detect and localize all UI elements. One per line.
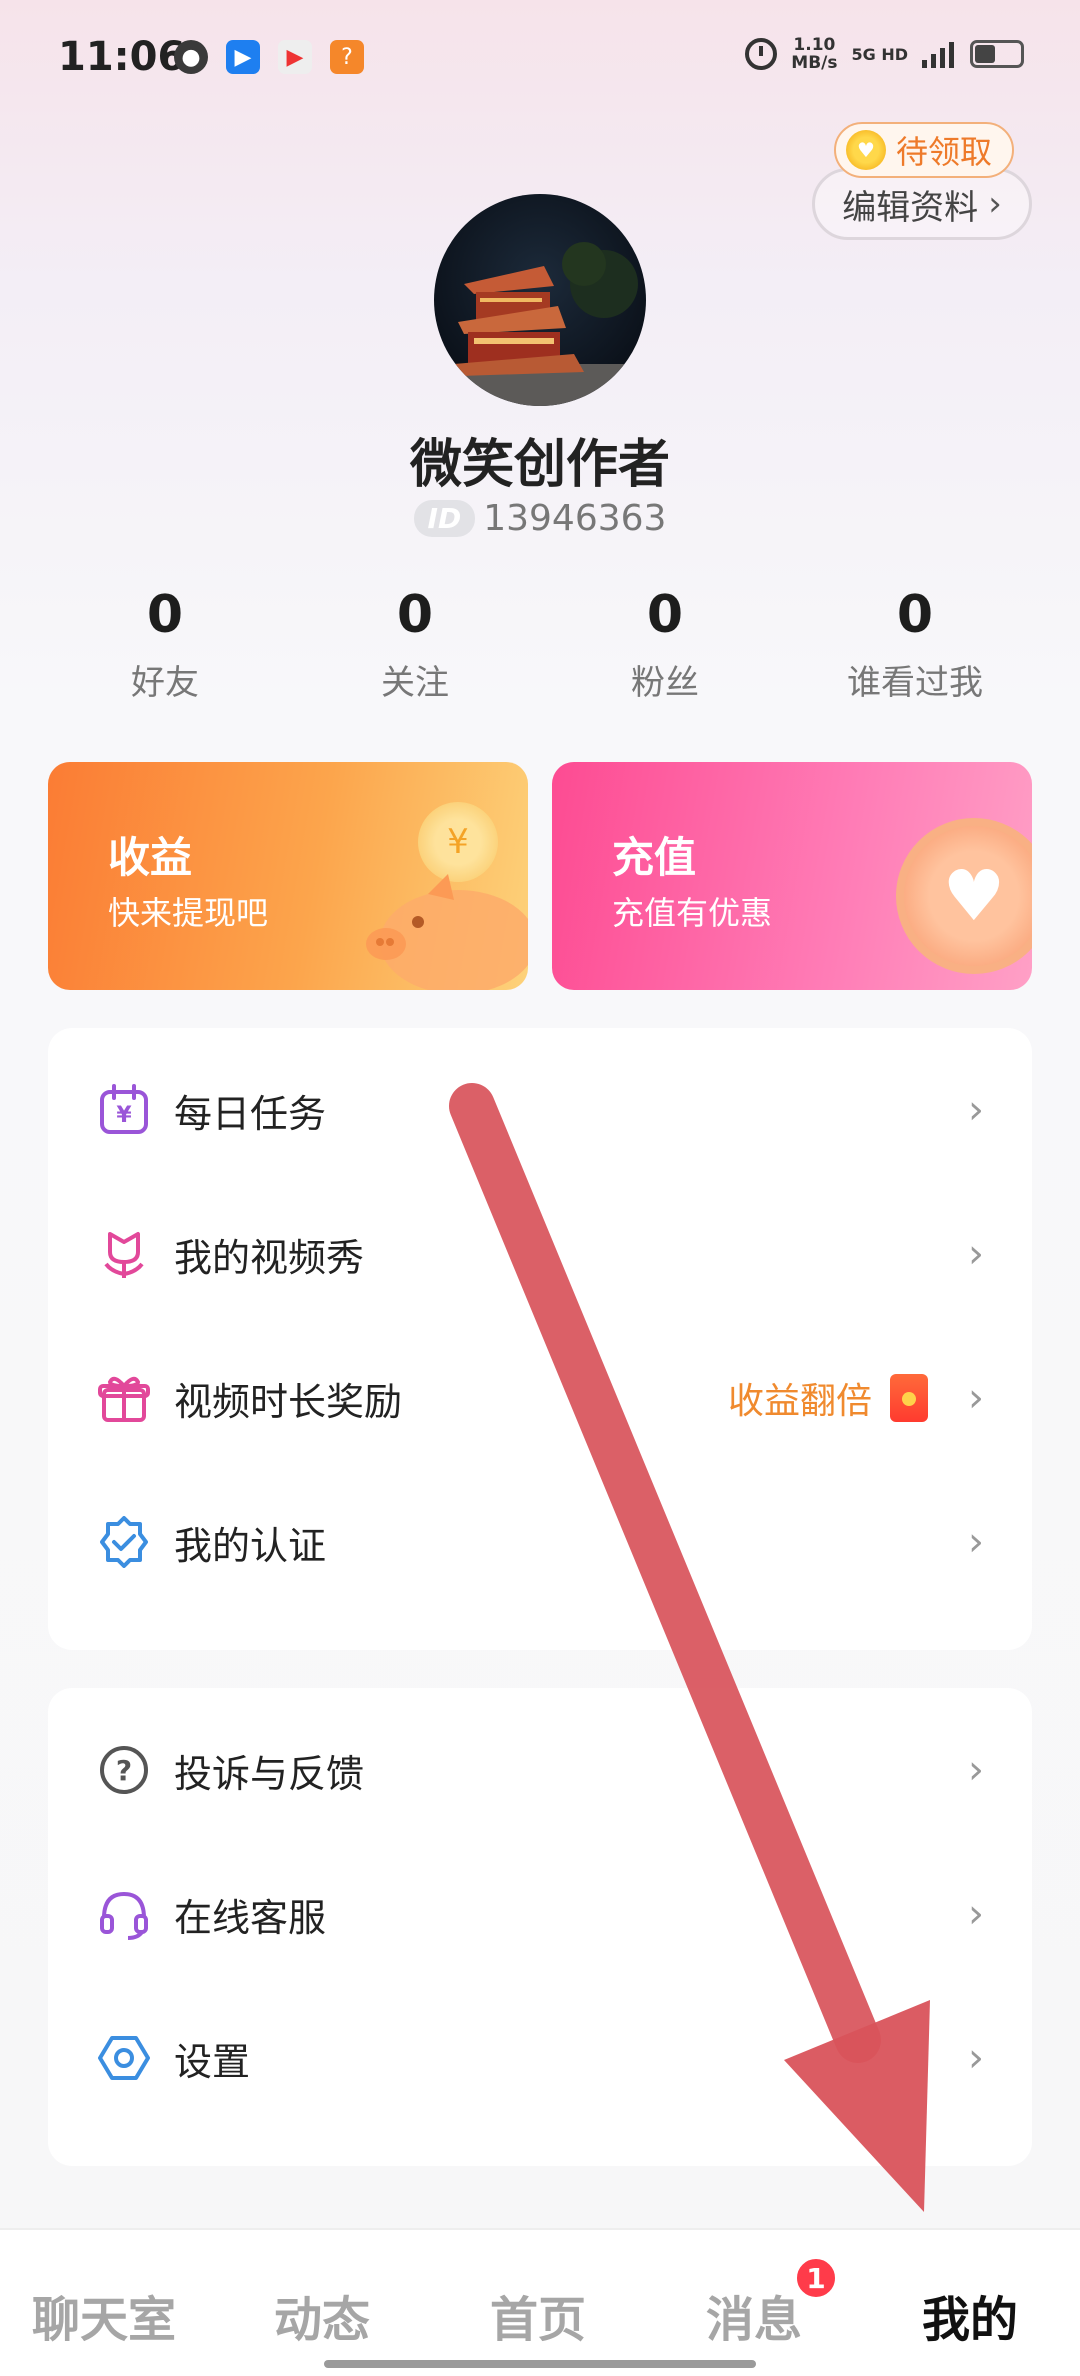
recharge-subtitle: 充值有优惠 [612, 894, 773, 932]
menu-item-label: 设置 [174, 2039, 251, 2084]
earnings-card[interactable]: 收益 快来提现吧 ¥ [48, 762, 528, 990]
menu-item-daily-tasks[interactable]: ¥ 每日任务 › [48, 1038, 1032, 1182]
avatar[interactable] [434, 194, 646, 406]
menu-panel-support: ? 投诉与反馈 › 在线客服 › 设置 › [48, 1688, 1032, 2166]
heart-coin-icon: ♥ [896, 818, 1032, 974]
flower-icon [96, 1226, 152, 1282]
settings-hexagon-icon [96, 2030, 152, 2086]
stat-label: 关注 [381, 663, 449, 703]
username: 微笑创作者 [409, 435, 670, 495]
coin-heart-icon: ♥ [846, 130, 886, 170]
chevron-right-icon: › [968, 1375, 984, 1421]
chevron-right-icon: › [968, 1231, 984, 1277]
stats-row: 0 好友 0 关注 0 粉丝 0 谁看过我 [40, 585, 1040, 704]
pending-reward-badge[interactable]: ♥ 待领取 [834, 122, 1015, 178]
stat-label: 谁看过我 [847, 663, 983, 703]
signal-bars-icon [922, 42, 954, 68]
bottom-navigation: 聊天室 动态 首页 消息 1 我的 [0, 2228, 1080, 2376]
menu-item-label: 在线客服 [174, 1895, 327, 1940]
nav-tab-chatroom[interactable]: 聊天室 [32, 2280, 176, 2350]
nav-tab-home[interactable]: 首页 [490, 2280, 586, 2350]
nav-tab-mine[interactable]: 我的 [922, 2280, 1018, 2350]
edit-profile-button[interactable]: 编辑资料 › [812, 168, 1032, 240]
stat-fans[interactable]: 0 粉丝 [540, 585, 790, 704]
verified-badge-icon [96, 1514, 152, 1570]
chevron-right-icon: › [968, 1087, 984, 1133]
speed-value: 1.10 [793, 35, 836, 55]
wechat-icon: ● [174, 40, 208, 74]
recharge-card[interactable]: 充值 充值有优惠 ♥ [552, 762, 1032, 990]
menu-item-verification[interactable]: 我的认证 › [48, 1470, 1032, 1614]
recharge-title: 充值 [612, 833, 697, 882]
menu-panel-features: ¥ 每日任务 › 我的视频秀 › 视频时长奖励 收益翻倍 › 我的认证 › [48, 1028, 1032, 1650]
home-indicator[interactable] [324, 2360, 756, 2368]
user-id-number: 13946363 [483, 498, 667, 539]
app-orange-icon: ? [330, 40, 364, 74]
calendar-yuan-icon: ¥ [96, 1082, 152, 1138]
stat-value: 0 [896, 585, 934, 645]
stat-friends[interactable]: 0 好友 [40, 585, 290, 704]
nav-tab-moments[interactable]: 动态 [274, 2280, 370, 2350]
double-earnings-label: 收益翻倍 [727, 1381, 872, 1422]
piggy-bank-icon [366, 874, 528, 990]
menu-item-label: 视频时长奖励 [174, 1379, 403, 1424]
avatar-pavilion-image [434, 194, 646, 406]
menu-item-customer-service[interactable]: 在线客服 › [48, 1842, 1032, 1986]
alarm-icon [745, 38, 778, 70]
red-envelope-icon [890, 1374, 928, 1422]
gift-icon [96, 1370, 152, 1426]
speed-unit: MB/s [791, 53, 838, 73]
app-video-icon: ▶ [278, 40, 312, 74]
status-time: 11:06 [58, 34, 186, 80]
menu-item-video-show[interactable]: 我的视频秀 › [48, 1182, 1032, 1326]
chevron-right-icon: › [968, 1747, 984, 1793]
network-speed: 1.10 MB/s [791, 36, 837, 72]
app-blue-icon: ▶ [226, 40, 260, 74]
nav-tab-messages[interactable]: 消息 [706, 2280, 802, 2350]
status-indicators: 1.10 MB/s 5G HD [745, 36, 1024, 72]
stat-value: 0 [646, 585, 684, 645]
menu-item-feedback[interactable]: ? 投诉与反馈 › [48, 1698, 1032, 1842]
id-tag: ID [413, 500, 476, 537]
chevron-right-icon: › [968, 2035, 984, 2081]
status-bar: 11:06 ● ▶ ▶ ? 1.10 MB/s 5G HD [0, 0, 1080, 110]
stat-label: 好友 [131, 663, 199, 703]
menu-item-label: 我的视频秀 [174, 1235, 365, 1280]
stat-following[interactable]: 0 关注 [290, 585, 540, 704]
svg-text:¥: ¥ [116, 1103, 132, 1128]
svg-text:?: ? [116, 1754, 132, 1787]
double-earnings-tag: 收益翻倍 [728, 1372, 928, 1424]
earnings-title: 收益 [108, 833, 193, 882]
chevron-right-icon: › [968, 1519, 984, 1565]
menu-item-label: 我的认证 [174, 1523, 327, 1568]
edit-profile-label: 编辑资料 [842, 187, 979, 228]
battery-icon [970, 40, 1024, 68]
stat-value: 0 [396, 585, 434, 645]
pending-reward-label: 待领取 [896, 133, 993, 171]
menu-item-video-duration-reward[interactable]: 视频时长奖励 收益翻倍 › [48, 1326, 1032, 1470]
question-circle-icon: ? [96, 1742, 152, 1798]
menu-item-label: 每日任务 [174, 1091, 327, 1136]
status-app-icons: ● ▶ ▶ ? [174, 40, 364, 74]
signal-label: 5G HD [851, 44, 908, 64]
stat-value: 0 [146, 585, 184, 645]
stat-visitors[interactable]: 0 谁看过我 [790, 585, 1040, 704]
stat-label: 粉丝 [631, 663, 699, 703]
chevron-right-icon: › [968, 1891, 984, 1937]
headset-icon [96, 1886, 152, 1942]
chevron-right-icon: › [988, 184, 1002, 224]
earnings-subtitle: 快来提现吧 [108, 894, 269, 932]
menu-item-settings[interactable]: 设置 › [48, 1986, 1032, 2130]
user-id-row: ID 13946363 [0, 498, 1080, 539]
menu-item-label: 投诉与反馈 [174, 1751, 365, 1796]
message-count-badge: 1 [794, 2256, 838, 2300]
